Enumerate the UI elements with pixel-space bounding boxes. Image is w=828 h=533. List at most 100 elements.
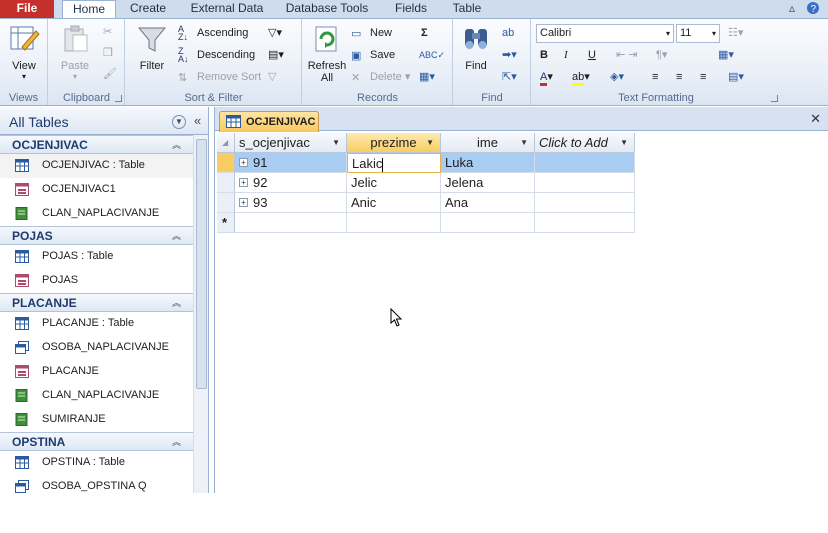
nav-item[interactable]: OSOBA_NAPLACIVANJE	[0, 336, 193, 360]
table-cell[interactable]: 92	[235, 173, 347, 193]
table-cell[interactable]	[535, 193, 635, 213]
table-cell[interactable]: Anic	[347, 193, 441, 213]
table-cell[interactable]: Ana	[441, 193, 535, 213]
remove-sort-button[interactable]: ⇅ Remove Sort	[178, 68, 261, 86]
nav-item[interactable]: OSOBA_OPSTINA Q	[0, 475, 193, 493]
view-button[interactable]: View ▾	[4, 23, 44, 81]
underline-button[interactable]: U	[588, 46, 596, 64]
nav-item[interactable]: SUMIRANJE	[0, 408, 193, 432]
paragraph-icon[interactable]: ¶▾	[656, 46, 667, 64]
row-selector[interactable]	[217, 173, 235, 193]
goto-icon[interactable]: ➡▾	[502, 46, 517, 64]
column-dropdown-icon[interactable]: ▼	[520, 133, 528, 152]
nav-item[interactable]: CLAN_NAPLACIVANJE	[0, 384, 193, 408]
new-record-cell[interactable]	[441, 213, 535, 233]
nav-scroll-thumb[interactable]	[196, 139, 207, 389]
minimize-ribbon-icon[interactable]: ▵	[789, 1, 795, 15]
row-selector[interactable]	[217, 193, 235, 213]
tab-home[interactable]: Home	[62, 0, 116, 19]
replace-icon[interactable]: ab	[502, 24, 514, 42]
column-header[interactable]: prezime ▼	[347, 133, 441, 153]
tab-table[interactable]: Table	[446, 0, 488, 18]
column-header[interactable]: ime ▼	[441, 133, 535, 153]
expand-subdatasheet-icon[interactable]: +	[239, 158, 248, 167]
save-record-button[interactable]: ▣ Save	[351, 46, 395, 64]
collapse-chevron-icon[interactable]: ︽	[172, 229, 181, 242]
delete-record-button[interactable]: ✕ Delete ▾	[351, 68, 410, 86]
cut-icon[interactable]: ✂	[103, 23, 112, 41]
column-dropdown-icon[interactable]: ▼	[620, 133, 628, 152]
alternate-row-color-icon[interactable]: ▤▾	[728, 68, 744, 86]
copy-icon[interactable]: ❐	[103, 44, 113, 62]
nav-section-ocjenjivac[interactable]: OCJENJIVAC ︽	[0, 135, 193, 154]
new-record-cell[interactable]	[235, 213, 347, 233]
nav-item[interactable]: PLACANJE	[0, 360, 193, 384]
gridlines-icon[interactable]: ▦▾	[718, 46, 734, 64]
indent-icon[interactable]: ⇤ ⇥	[616, 46, 638, 64]
collapse-chevron-icon[interactable]: ︽	[172, 138, 181, 151]
nav-item[interactable]: PLACANJE : Table	[0, 312, 193, 336]
italic-button[interactable]: I	[564, 46, 568, 64]
table-cell[interactable]: Lakic	[347, 153, 441, 173]
tab-create[interactable]: Create	[120, 0, 176, 18]
nav-item[interactable]: POJAS	[0, 269, 193, 293]
advanced-filter-icon[interactable]: ▤▾	[268, 46, 284, 64]
clipboard-launcher-icon[interactable]	[115, 95, 122, 102]
highlight-icon[interactable]: ab▾	[572, 68, 590, 86]
refresh-all-button[interactable]: Refresh All	[305, 23, 349, 84]
ascending-button[interactable]: A Z↓ Ascending	[178, 24, 248, 42]
select-icon[interactable]: ⇱▾	[502, 68, 517, 86]
new-record-cell[interactable]	[535, 213, 635, 233]
column-dropdown-icon[interactable]: ▼	[426, 133, 434, 152]
text-formatting-launcher-icon[interactable]	[771, 95, 778, 102]
table-cell[interactable]	[535, 153, 635, 173]
table-cell[interactable]: Jelic	[347, 173, 441, 193]
collapse-chevron-icon[interactable]: ︽	[172, 296, 181, 309]
column-dropdown-icon[interactable]: ▼	[332, 133, 340, 152]
fill-color-icon[interactable]: ◈▾	[610, 68, 624, 86]
row-selector[interactable]	[217, 153, 235, 173]
tab-fields[interactable]: Fields	[386, 0, 436, 18]
shutter-bar-close-icon[interactable]: «	[194, 113, 201, 128]
column-header[interactable]: s_ocjenjivac ▼	[235, 133, 347, 153]
nav-scrollbar[interactable]	[193, 135, 208, 493]
nav-section-opstina[interactable]: OPSTINA ︽	[0, 432, 193, 451]
nav-title[interactable]: All Tables	[9, 114, 69, 130]
align-left-icon[interactable]: ≡	[652, 68, 658, 86]
tab-database-tools[interactable]: Database Tools	[280, 0, 374, 18]
new-record-button[interactable]: ▭ New	[351, 24, 392, 42]
filter-button[interactable]: Filter	[132, 23, 172, 72]
align-right-icon[interactable]: ≡	[700, 68, 706, 86]
selection-filter-icon[interactable]: ▽▾	[268, 24, 282, 42]
table-cell[interactable]	[535, 173, 635, 193]
collapse-chevron-icon[interactable]: ︽	[172, 435, 181, 448]
descending-button[interactable]: Z A↓ Descending	[178, 46, 255, 64]
nav-item[interactable]: CLAN_NAPLACIVANJE	[0, 202, 193, 226]
table-cell[interactable]: 91	[235, 153, 347, 173]
align-center-icon[interactable]: ≡	[676, 68, 682, 86]
close-document-icon[interactable]: ✕	[810, 111, 821, 127]
nav-item[interactable]: OCJENJIVAC1	[0, 178, 193, 202]
more-records-icon[interactable]: ▦▾	[419, 68, 435, 86]
nav-item[interactable]: POJAS : Table	[0, 245, 193, 269]
font-color-icon[interactable]: A▾	[540, 68, 553, 86]
table-cell[interactable]: 93	[235, 193, 347, 213]
column-header[interactable]: Click to Add ▼	[535, 133, 635, 153]
toggle-filter-icon[interactable]: ▽	[268, 68, 276, 86]
totals-icon[interactable]: Σ	[421, 24, 428, 42]
nav-section-pojas[interactable]: POJAS ︽	[0, 226, 193, 245]
find-button[interactable]: Find	[458, 23, 494, 72]
expand-subdatasheet-icon[interactable]: +	[239, 178, 248, 187]
nav-item[interactable]: OCJENJIVAC : Table	[0, 154, 193, 178]
select-all-corner[interactable]: ◢	[217, 133, 235, 153]
expand-subdatasheet-icon[interactable]: +	[239, 198, 248, 207]
table-cell[interactable]: Luka	[441, 153, 535, 173]
spelling-icon[interactable]: ABC✓	[419, 46, 445, 64]
font-size-select[interactable]: 11 ▾	[676, 24, 720, 43]
nav-section-placanje[interactable]: PLACANJE ︽	[0, 293, 193, 312]
format-painter-icon[interactable]: 🖌	[103, 65, 117, 83]
font-name-select[interactable]: Calibri ▾	[536, 24, 674, 43]
help-icon[interactable]: ?	[806, 1, 820, 18]
tab-external-data[interactable]: External Data	[182, 0, 272, 18]
nav-menu-chevron-icon[interactable]: ▼	[172, 115, 186, 129]
